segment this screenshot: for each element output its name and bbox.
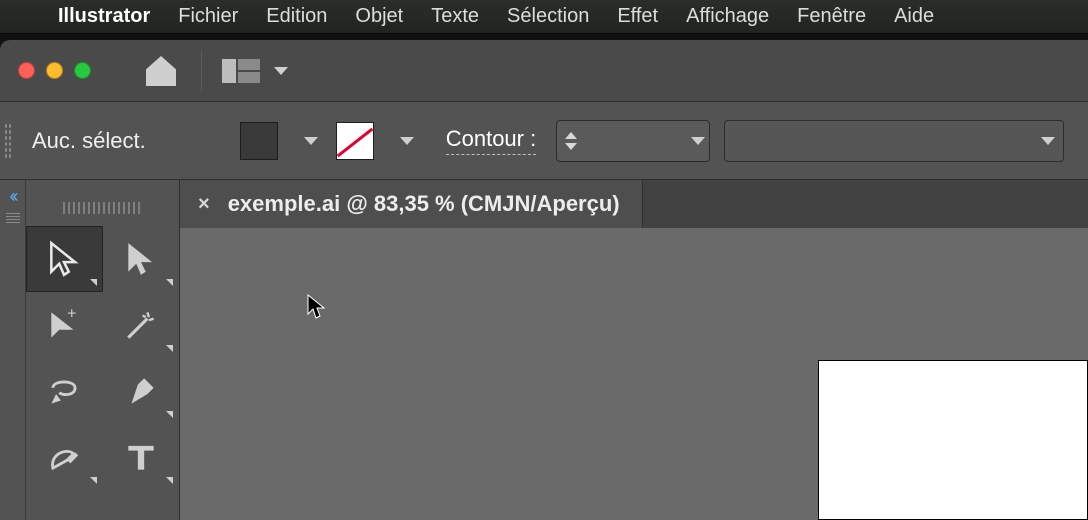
- window-close-button[interactable]: [18, 62, 35, 79]
- workspace-layout-icon: [222, 59, 260, 83]
- direct-selection-arrow-icon: [122, 240, 160, 278]
- control-bar: Auc. sélect. Contour :: [0, 102, 1088, 180]
- caret-up-icon: [565, 132, 577, 139]
- tools-panel: +: [26, 180, 180, 520]
- magic-wand-icon: [122, 306, 160, 344]
- menu-app-name[interactable]: Illustrator: [58, 5, 150, 28]
- curvature-pen-icon: [45, 438, 83, 476]
- menu-texte[interactable]: Texte: [431, 5, 479, 28]
- stroke-weight-dropdown[interactable]: [679, 122, 709, 160]
- selection-status-label: Auc. sélect.: [32, 128, 146, 154]
- tool-flyout-indicator: [90, 477, 97, 484]
- window-titlebar: [0, 40, 1088, 102]
- document-tab[interactable]: × exemple.ai @ 83,35 % (CMJN/Aperçu): [180, 180, 643, 228]
- tool-flyout-indicator: [166, 411, 173, 418]
- home-icon: [141, 51, 181, 91]
- group-selection-tool[interactable]: +: [26, 292, 103, 358]
- collapse-chevrons-icon: ‹‹: [10, 186, 16, 207]
- window-controls: [18, 62, 91, 79]
- menu-edition[interactable]: Edition: [266, 5, 327, 28]
- chevron-down-icon: [274, 67, 288, 75]
- menu-fichier[interactable]: Fichier: [178, 5, 238, 28]
- canvas[interactable]: [180, 228, 1088, 520]
- document-area: × exemple.ai @ 83,35 % (CMJN/Aperçu): [180, 180, 1088, 520]
- stroke-color-dropdown[interactable]: [388, 122, 418, 160]
- document-tab-title: exemple.ai @ 83,35 % (CMJN/Aperçu): [228, 191, 620, 217]
- menu-fenetre[interactable]: Fenêtre: [797, 5, 866, 28]
- document-tab-bar: × exemple.ai @ 83,35 % (CMJN/Aperçu): [180, 180, 1088, 228]
- stroke-label[interactable]: Contour :: [446, 126, 537, 155]
- tool-flyout-indicator: [166, 477, 173, 484]
- workspace-layout-button[interactable]: [222, 59, 288, 83]
- svg-text:+: +: [67, 306, 76, 323]
- lasso-tool[interactable]: [26, 358, 103, 424]
- pen-tool[interactable]: [103, 358, 180, 424]
- magic-wand-tool[interactable]: [103, 292, 180, 358]
- fill-color-dropdown[interactable]: [292, 122, 322, 160]
- stroke-weight-stepper[interactable]: [556, 120, 710, 162]
- selection-arrow-icon: [45, 240, 83, 278]
- tool-flyout-indicator: [90, 279, 97, 286]
- menu-objet[interactable]: Objet: [355, 5, 403, 28]
- work-zone: ‹‹: [0, 180, 1088, 520]
- titlebar-divider: [201, 51, 202, 91]
- direct-selection-tool[interactable]: [103, 226, 180, 292]
- menu-effet[interactable]: Effet: [617, 5, 658, 28]
- window-zoom-button[interactable]: [74, 62, 91, 79]
- menu-aide[interactable]: Aide: [894, 5, 934, 28]
- pen-icon: [122, 372, 160, 410]
- panel-grip[interactable]: [6, 213, 20, 223]
- type-icon: [122, 438, 160, 476]
- tools-panel-grip[interactable]: [63, 202, 143, 214]
- stroke-color-swatch[interactable]: [336, 122, 374, 160]
- lasso-icon: [45, 372, 83, 410]
- chevron-down-icon: [1041, 137, 1055, 145]
- panel-collapse-strip[interactable]: ‹‹: [0, 180, 26, 520]
- stroke-profile-dropdown[interactable]: [724, 120, 1064, 162]
- menu-affichage[interactable]: Affichage: [686, 5, 769, 28]
- type-tool[interactable]: [103, 424, 180, 490]
- caret-down-icon: [565, 143, 577, 150]
- tab-close-button[interactable]: ×: [198, 193, 210, 216]
- selection-tool[interactable]: [26, 226, 103, 292]
- tool-flyout-indicator: [166, 345, 173, 352]
- fill-color-swatch[interactable]: [240, 122, 278, 160]
- window-minimize-button[interactable]: [46, 62, 63, 79]
- app-window: Auc. sélect. Contour : ‹‹: [0, 40, 1088, 520]
- stepper-arrows[interactable]: [557, 132, 585, 150]
- controlbar-grip[interactable]: [4, 123, 12, 159]
- artboard[interactable]: [818, 360, 1088, 520]
- macos-menubar: Illustrator Fichier Edition Objet Texte …: [0, 0, 1088, 34]
- group-selection-icon: +: [45, 306, 83, 344]
- chevron-down-icon: [400, 137, 414, 145]
- curvature-tool[interactable]: [26, 424, 103, 490]
- chevron-down-icon: [304, 137, 318, 145]
- mouse-cursor-icon: [306, 294, 326, 320]
- chevron-down-icon: [691, 137, 705, 145]
- home-button[interactable]: [141, 51, 181, 91]
- tool-flyout-indicator: [166, 279, 173, 286]
- menu-selection[interactable]: Sélection: [507, 5, 589, 28]
